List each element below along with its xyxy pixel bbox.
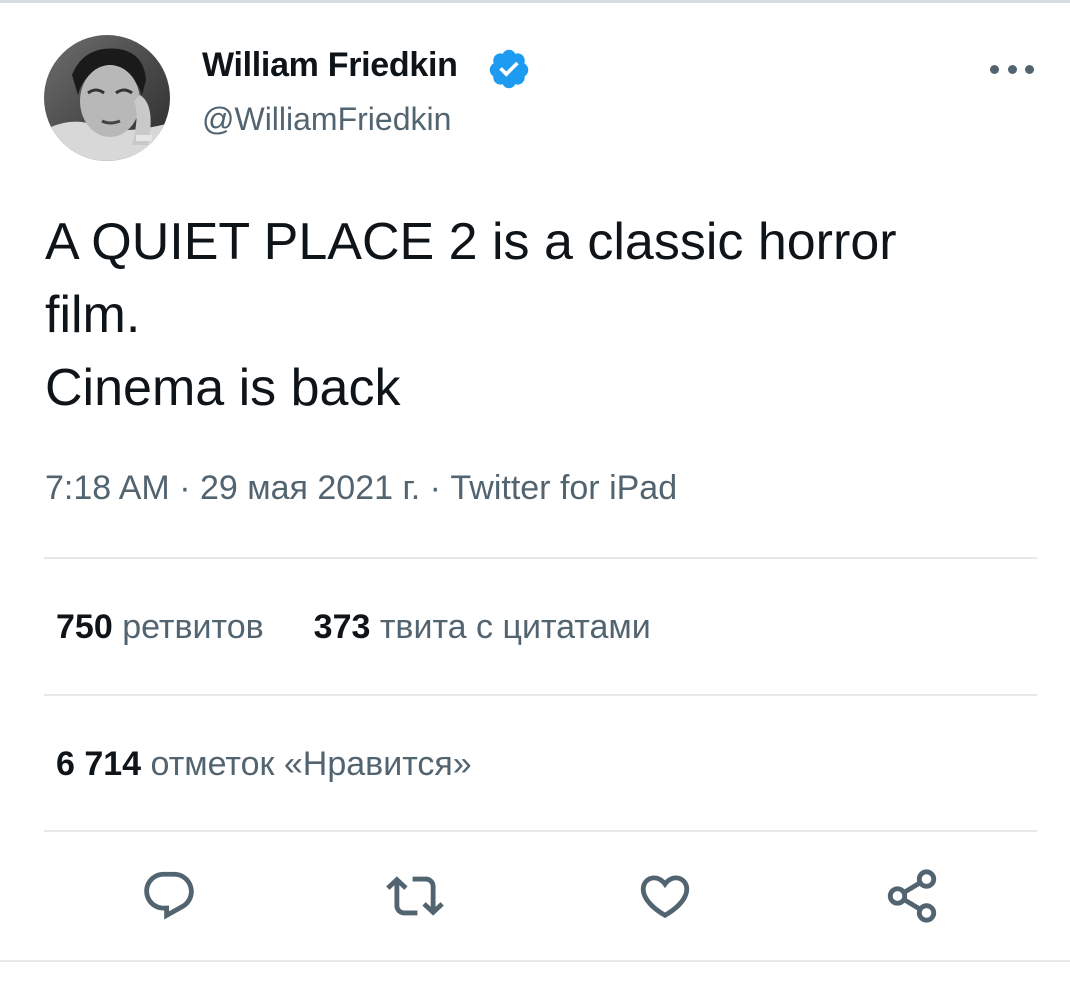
tweet-text-line: Cinema is back: [45, 359, 401, 417]
quotes-count: 373: [313, 608, 371, 646]
retweet-button[interactable]: [385, 866, 445, 926]
author-name[interactable]: William Friedkin: [202, 46, 458, 85]
retweet-icon: [386, 876, 444, 916]
likes-count: 6 714: [56, 745, 142, 783]
reply-button[interactable]: [139, 866, 199, 926]
avatar[interactable]: [44, 35, 170, 161]
divider: [44, 694, 1037, 696]
reply-icon: [144, 871, 194, 920]
verified-badge-icon: [487, 47, 531, 91]
tweet-text: A QUIET PLACE 2 is a classic horror film…: [45, 206, 1035, 425]
meta-separator: ·: [169, 469, 200, 507]
share-icon: [887, 869, 937, 923]
likes-label: отметок «Нравится»: [150, 745, 472, 783]
author-photo: [44, 35, 170, 161]
more-dot-icon: [1025, 64, 1034, 74]
retweets-label: ретвитов: [122, 608, 264, 646]
stats-row-likes: 6 714 отметок «Нравится»: [56, 745, 522, 784]
author-handle[interactable]: @WilliamFriedkin: [202, 101, 451, 138]
tweet-text-line: A QUIET PLACE 2 is a classic horror: [45, 213, 897, 271]
divider: [44, 557, 1037, 559]
more-options-button[interactable]: [990, 54, 1034, 84]
meta-separator: ·: [420, 469, 451, 507]
tweet-time[interactable]: 7:18 AM: [45, 469, 170, 507]
top-divider: [0, 0, 1070, 3]
share-button[interactable]: [882, 866, 942, 926]
tweet-date[interactable]: 29 мая 2021 г.: [200, 469, 420, 507]
quotes-label: твита с цитатами: [379, 608, 651, 646]
tweet-text-line: film.: [45, 286, 141, 344]
more-dot-icon: [1007, 64, 1017, 74]
retweets-count: 750: [56, 608, 113, 646]
more-dot-icon: [990, 64, 999, 74]
likes-stat[interactable]: 6 714 отметок «Нравится»: [56, 745, 472, 784]
bottom-divider: [0, 960, 1070, 962]
tweet-source[interactable]: Twitter for iPad: [450, 469, 677, 507]
divider: [44, 830, 1037, 832]
retweets-stat[interactable]: 750 ретвитов: [56, 608, 264, 647]
like-icon: [640, 875, 690, 919]
like-button[interactable]: [635, 866, 695, 926]
stats-row-reposts: 750 ретвитов 373 твита с цитатами: [56, 608, 701, 647]
tweet-meta: 7:18 AM · 29 мая 2021 г. · Twitter for i…: [45, 469, 677, 508]
quotes-stat[interactable]: 373 твита с цитатами: [314, 608, 651, 647]
